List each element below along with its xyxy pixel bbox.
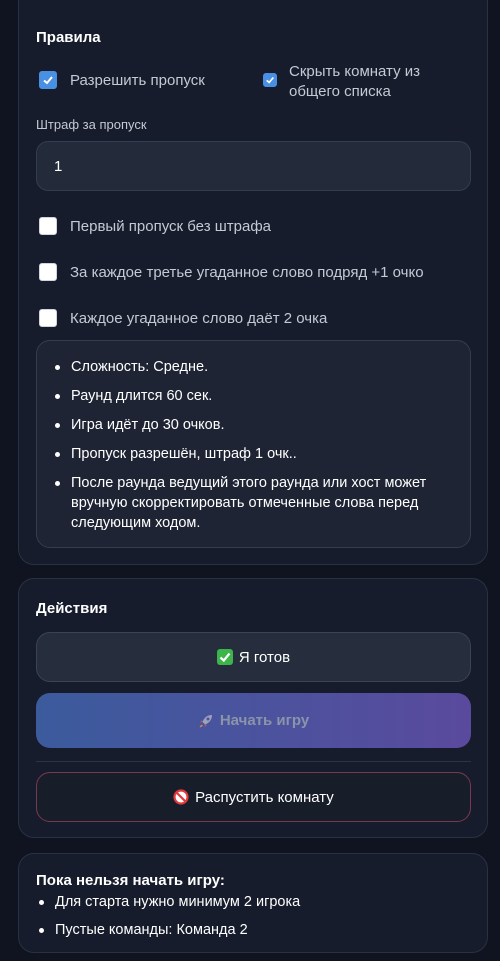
third-word-checkbox[interactable] [39, 263, 57, 281]
allow-skip-option[interactable]: Разрешить пропуск [39, 71, 205, 91]
summary-item: Игра идёт до 30 очков. [53, 415, 448, 435]
actions-panel: Действия Я готов Начать игру Распустить … [18, 578, 488, 838]
double-points-label: Каждое угаданное слово даёт 2 очка [70, 310, 328, 327]
check-icon [266, 76, 274, 84]
disband-room-button[interactable]: Распустить комнату [36, 772, 471, 822]
blocker-item: Для старта нужно минимум 2 игрока [37, 892, 467, 912]
check-icon [43, 76, 53, 85]
blockers-list: Для старта нужно минимум 2 игрока Пустые… [37, 892, 467, 948]
option-double-points[interactable]: Каждое угаданное слово даёт 2 очка [39, 309, 327, 329]
actions-title: Действия [36, 600, 108, 617]
summary-item: Сложность: Средне. [53, 357, 448, 377]
prohibited-icon [173, 789, 189, 805]
check-mark-icon [216, 649, 233, 665]
summary-item: Раунд длится 60 сек. [53, 386, 448, 406]
double-points-checkbox[interactable] [39, 309, 57, 327]
third-word-label: За каждое третье угаданное слово подряд … [70, 264, 424, 281]
first-skip-label: Первый пропуск без штрафа [70, 218, 272, 235]
rules-panel: Правила Разрешить пропуск Скрыть комнату… [18, 0, 488, 565]
hide-room-label: Скрыть комнату из общего списка [289, 63, 421, 100]
first-skip-checkbox[interactable] [39, 217, 57, 235]
hide-room-checkbox[interactable] [263, 73, 277, 87]
summary-item: После раунда ведущий этого раунда или хо… [53, 473, 448, 533]
start-blockers-panel: Пока нельзя начать игру: Для старта нужн… [18, 853, 488, 953]
divider [36, 761, 471, 762]
allow-skip-label: Разрешить пропуск [70, 72, 205, 89]
option-first-skip[interactable]: Первый пропуск без штрафа [39, 217, 271, 237]
rules-summary-box: Сложность: Средне. Раунд длится 60 сек. … [36, 340, 471, 548]
ready-button[interactable]: Я готов [36, 632, 471, 682]
start-game-button[interactable]: Начать игру [36, 693, 471, 748]
penalty-label: Штраф за пропуск [36, 117, 147, 132]
rocket-icon [198, 713, 214, 729]
start-game-label: Начать игру [219, 712, 310, 729]
ready-label: Я готов [238, 648, 291, 666]
option-third-word-bonus[interactable]: За каждое третье угаданное слово подряд … [39, 263, 424, 283]
rules-title: Правила [36, 29, 101, 46]
blocker-item: Пустые команды: Команда 2 [37, 920, 467, 940]
penalty-input[interactable]: 1 [36, 141, 471, 191]
hide-room-option[interactable]: Скрыть комнату из общего списка [263, 62, 453, 102]
allow-skip-checkbox[interactable] [39, 71, 57, 89]
rules-summary-list: Сложность: Средне. Раунд длится 60 сек. … [53, 357, 448, 542]
summary-item: Пропуск разрешён, штраф 1 очк.. [53, 444, 448, 464]
blockers-title: Пока нельзя начать игру: [36, 872, 225, 889]
disband-label: Распустить комнату [195, 788, 334, 806]
